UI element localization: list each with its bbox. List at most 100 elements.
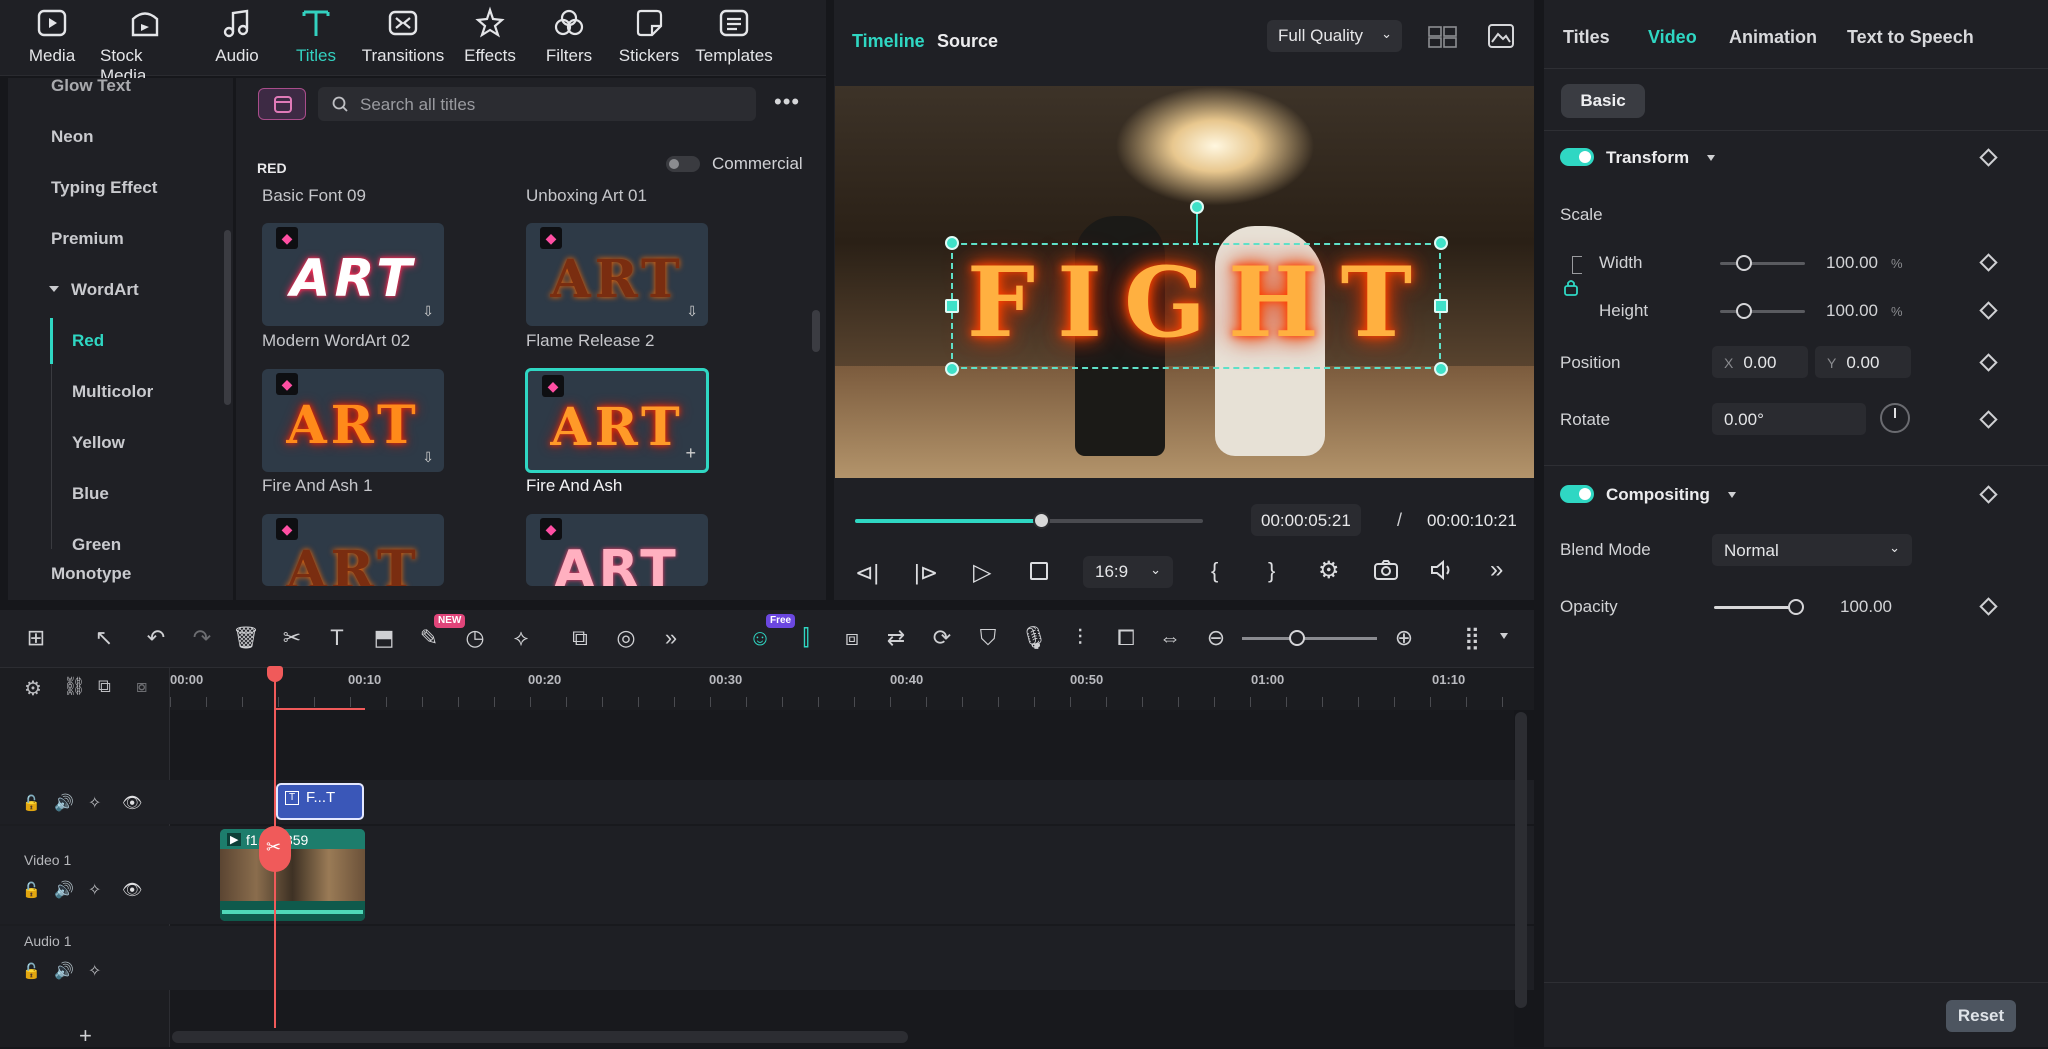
inspector-tab-video[interactable]: Video: [1648, 27, 1697, 48]
redo-icon[interactable]: ↷: [188, 624, 216, 652]
microphone-icon[interactable]: 🎙: [1020, 624, 1048, 652]
speed-timer-icon[interactable]: ◷: [461, 624, 489, 652]
playback-scrubber[interactable]: [1033, 512, 1050, 529]
resize-handle-bottom-left[interactable]: [945, 362, 959, 376]
mark-out-icon[interactable]: }: [1268, 558, 1275, 584]
timeline-horizontal-scrollbar[interactable]: [172, 1031, 908, 1043]
category-yellow[interactable]: Yellow: [72, 433, 125, 453]
title-thumb-modern-wordart-02[interactable]: ART ◆ ⇩: [262, 223, 444, 326]
inspector-tab-titles[interactable]: Titles: [1563, 27, 1610, 48]
previous-frame-icon[interactable]: ⊲|: [855, 560, 879, 586]
transform-collapse-icon[interactable]: [1707, 155, 1715, 161]
timeline-vertical-scrollbar[interactable]: [1515, 712, 1527, 1008]
width-slider-track[interactable]: [1720, 262, 1805, 265]
opacity-value[interactable]: 100.00: [1840, 597, 1892, 617]
image-snapshot-icon[interactable]: [1488, 24, 1514, 48]
toolbar-stickers[interactable]: Stickers: [604, 6, 694, 66]
more-tools-icon[interactable]: »: [657, 624, 685, 652]
video-clip[interactable]: ▶ f1...72859: [220, 829, 365, 921]
tab-source[interactable]: Source: [937, 31, 998, 52]
zoom-slider-track[interactable]: [1242, 637, 1377, 640]
add-track-button[interactable]: +: [79, 1023, 92, 1049]
title-store-button[interactable]: [258, 88, 306, 120]
category-red[interactable]: Red: [72, 331, 104, 351]
add-icon[interactable]: +: [685, 443, 696, 464]
pen-draw-icon[interactable]: ✎: [415, 624, 443, 652]
toolbar-transitions[interactable]: Transitions: [358, 6, 448, 66]
zoom-in-icon[interactable]: ⊕: [1390, 624, 1418, 652]
category-neon[interactable]: Neon: [51, 127, 94, 147]
category-green[interactable]: Green: [72, 535, 121, 550]
mask-shield-icon[interactable]: ⛉: [974, 624, 1002, 652]
play-icon[interactable]: ▷: [973, 558, 991, 587]
replace-media-icon[interactable]: ⇄: [882, 624, 910, 652]
visibility-eye-icon[interactable]: 👁: [122, 793, 142, 813]
fullscreen-icon[interactable]: »: [1490, 556, 1503, 584]
toolbar-audio[interactable]: Audio: [192, 6, 282, 66]
delete-trash-icon[interactable]: 🗑: [232, 624, 260, 652]
blend-mode-dropdown[interactable]: Normal ⌄: [1712, 534, 1912, 566]
height-slider-track[interactable]: [1720, 310, 1805, 313]
category-typing-effect[interactable]: Typing Effect: [51, 178, 157, 198]
category-scrollbar[interactable]: [224, 230, 231, 405]
toolbar-titles[interactable]: Titles: [271, 6, 361, 66]
hide-effects-icon[interactable]: ✧: [88, 961, 101, 981]
scene-detect-icon[interactable]: ⧈: [838, 624, 866, 652]
settings-gear-icon[interactable]: ⚙: [1318, 556, 1340, 585]
position-x-field[interactable]: X 0.00: [1712, 346, 1808, 378]
pip-icon[interactable]: ⧠: [1112, 624, 1140, 652]
rotate-handle[interactable]: [1190, 200, 1204, 214]
current-timecode[interactable]: 00:00:05:21: [1251, 504, 1361, 536]
caret-down-icon[interactable]: [49, 286, 59, 292]
auto-snap-icon[interactable]: ⫿: [792, 624, 820, 652]
category-premium[interactable]: Premium: [51, 229, 124, 249]
ai-tools-icon[interactable]: ◎: [612, 624, 640, 652]
opacity-slider-knob[interactable]: [1788, 599, 1804, 615]
auto-reframe-icon[interactable]: ⟳: [928, 624, 956, 652]
stop-icon[interactable]: [1030, 562, 1048, 580]
quality-dropdown[interactable]: Full Quality ⌄: [1267, 20, 1402, 52]
resize-handle-left[interactable]: [945, 299, 959, 313]
resize-handle-top-left[interactable]: [945, 236, 959, 250]
zoom-out-icon[interactable]: ⊖: [1202, 624, 1230, 652]
text-tool-icon[interactable]: T: [323, 624, 351, 652]
aspect-ratio-dropdown[interactable]: 16:9 ⌄: [1083, 556, 1173, 588]
visibility-eye-icon[interactable]: 👁: [122, 880, 142, 900]
commercial-toggle[interactable]: [666, 156, 700, 172]
audio-mixer-icon[interactable]: ⫶: [1066, 624, 1094, 652]
more-options-icon[interactable]: •••: [774, 91, 800, 113]
width-value[interactable]: 100.00: [1826, 253, 1878, 273]
link-clip-icon[interactable]: ⧉: [98, 676, 111, 697]
fit-timeline-icon[interactable]: ⇔: [1156, 624, 1184, 652]
resize-handle-top-right[interactable]: [1434, 236, 1448, 250]
height-value[interactable]: 100.00: [1826, 301, 1878, 321]
next-frame-icon[interactable]: |⊳: [914, 560, 938, 586]
lock-icon[interactable]: 🔓: [22, 962, 41, 980]
grid-view-icon[interactable]: [1428, 26, 1458, 48]
title-thumb-fire-and-ash[interactable]: ART ◆ +: [525, 368, 709, 473]
category-blue[interactable]: Blue: [72, 484, 109, 504]
inspector-tab-text-to-speech[interactable]: Text to Speech: [1847, 27, 1974, 48]
subtab-basic[interactable]: Basic: [1561, 84, 1645, 118]
select-arrow-icon[interactable]: ↖: [90, 624, 118, 652]
toolbar-media[interactable]: Media: [7, 6, 97, 66]
toolbar-stock-media[interactable]: Stock Media: [100, 6, 190, 86]
mute-icon[interactable]: 🔊: [54, 880, 74, 900]
resize-handle-right[interactable]: [1434, 299, 1448, 313]
crop-icon[interactable]: ⬒: [370, 624, 398, 652]
toolbar-templates[interactable]: Templates: [689, 6, 779, 66]
height-slider-knob[interactable]: [1736, 303, 1752, 319]
title-thumb[interactable]: ART ◆: [526, 514, 708, 586]
download-icon[interactable]: ⇩: [422, 449, 434, 466]
mute-icon[interactable]: 🔊: [54, 961, 74, 981]
category-monotype[interactable]: Monotype: [51, 564, 131, 584]
track-settings-icon[interactable]: ⚙: [24, 676, 42, 701]
rotate-field[interactable]: 0.00°: [1712, 403, 1866, 435]
lock-icon[interactable]: 🔓: [22, 881, 41, 899]
undo-icon[interactable]: ↶: [142, 624, 170, 652]
compositing-toggle[interactable]: [1560, 485, 1594, 503]
transform-toggle[interactable]: [1560, 148, 1594, 166]
keyframe-tool-icon[interactable]: ⟡: [507, 624, 535, 652]
toolbar-effects[interactable]: Effects: [445, 6, 535, 66]
reset-button[interactable]: Reset: [1946, 1000, 2016, 1032]
